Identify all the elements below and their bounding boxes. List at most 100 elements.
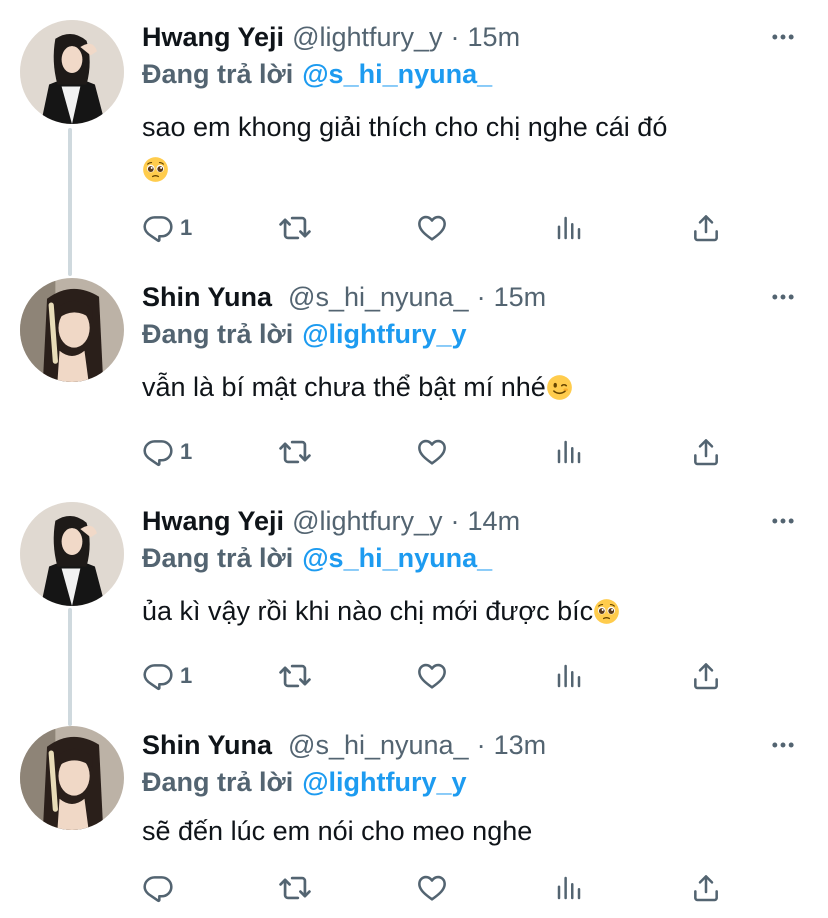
- avatar[interactable]: [20, 278, 124, 382]
- replying-to-label: Đang trả lời: [142, 766, 294, 797]
- share-button[interactable]: [690, 868, 722, 908]
- share-button[interactable]: [690, 432, 722, 472]
- tweet-text: sao em khong giải thích cho chị nghe cái…: [142, 106, 798, 190]
- author-name[interactable]: Hwang Yeji: [142, 22, 284, 53]
- share-icon: [690, 660, 722, 692]
- mention-link[interactable]: @lightfury_y: [302, 767, 466, 798]
- like-button[interactable]: [416, 656, 448, 696]
- author-handle[interactable]: @s_hi_nyuna_: [288, 282, 469, 313]
- thread-line: [68, 608, 72, 726]
- tweet-text: ủa kì vậy rồi khi nào chị mới được bíc: [142, 590, 798, 632]
- retweet-button[interactable]: [278, 868, 312, 908]
- reply-icon: [142, 436, 174, 468]
- tweet-text: sẽ đến lúc em nói cho meo nghe: [142, 810, 798, 852]
- tweet-text-line: vẫn là bí mật chưa thể bật mí nhé: [142, 372, 546, 402]
- mention-link[interactable]: @lightfury_y: [302, 319, 466, 350]
- share-icon: [690, 436, 722, 468]
- tweet-header: Hwang Yeji @lightfury_y · 14m: [142, 502, 798, 540]
- heart-icon: [416, 436, 448, 468]
- replying-to-label: Đang trả lời: [142, 58, 294, 89]
- author-handle[interactable]: @lightfury_y: [292, 506, 442, 537]
- retweet-icon: [278, 871, 312, 905]
- heart-icon: [416, 212, 448, 244]
- timestamp[interactable]: 13m: [494, 730, 547, 761]
- more-icon[interactable]: [768, 22, 798, 52]
- share-icon: [690, 872, 722, 904]
- like-button[interactable]: [416, 208, 448, 248]
- pleading-face-emoji: [142, 156, 169, 183]
- analytics-button[interactable]: [554, 208, 584, 248]
- tweet-text-line: sẽ đến lúc em nói cho meo nghe: [142, 816, 533, 846]
- tweet-actions: 1: [142, 432, 742, 472]
- analytics-icon: [554, 661, 584, 691]
- share-button[interactable]: [690, 208, 722, 248]
- reply-icon: [142, 872, 174, 904]
- replying-to: Đang trả lời @lightfury_y: [142, 316, 798, 352]
- retweet-icon: [278, 659, 312, 693]
- reply-count: 1: [180, 439, 193, 464]
- analytics-button[interactable]: [554, 868, 584, 908]
- heart-icon: [416, 872, 448, 904]
- reply-button[interactable]: 1: [142, 208, 192, 248]
- timestamp[interactable]: 14m: [468, 506, 521, 537]
- separator-dot: ·: [476, 729, 486, 760]
- like-button[interactable]: [416, 432, 448, 472]
- replying-to: Đang trả lời @lightfury_y: [142, 764, 798, 800]
- thread-line: [68, 128, 72, 276]
- more-icon[interactable]: [768, 730, 798, 760]
- tweet-header: Shin Yuna @s_hi_nyuna_ · 15m: [142, 278, 798, 316]
- author-name[interactable]: Shin Yuna: [142, 282, 272, 313]
- share-icon: [690, 212, 722, 244]
- tweet-actions: 1: [142, 208, 742, 248]
- retweet-button[interactable]: [278, 208, 312, 248]
- tweet-text: vẫn là bí mật chưa thể bật mí nhé: [142, 366, 798, 408]
- tweet-actions: [142, 868, 742, 908]
- separator-dot: ·: [450, 21, 460, 52]
- retweet-button[interactable]: [278, 656, 312, 696]
- share-button[interactable]: [690, 656, 722, 696]
- reply-count: 1: [180, 663, 193, 688]
- heart-icon: [416, 660, 448, 692]
- tweet-header: Shin Yuna @s_hi_nyuna_ · 13m: [142, 726, 798, 764]
- tweet-header: Hwang Yeji @lightfury_y · 15m: [142, 18, 798, 56]
- winking-face-emoji: [546, 374, 573, 401]
- pleading-face-emoji: [593, 598, 620, 625]
- reply-icon: [142, 660, 174, 692]
- tweet-text-line: ủa kì vậy rồi khi nào chị mới được bíc: [142, 596, 594, 626]
- reply-icon: [142, 212, 174, 244]
- author-handle[interactable]: @lightfury_y: [292, 22, 442, 53]
- analytics-button[interactable]: [554, 656, 584, 696]
- retweet-icon: [278, 211, 312, 245]
- mention-link[interactable]: @s_hi_nyuna_: [302, 59, 492, 90]
- author-handle[interactable]: @s_hi_nyuna_: [288, 730, 469, 761]
- author-name[interactable]: Hwang Yeji: [142, 506, 284, 537]
- more-icon[interactable]: [768, 282, 798, 312]
- timestamp[interactable]: 15m: [468, 22, 521, 53]
- replying-to: Đang trả lời @s_hi_nyuna_: [142, 56, 798, 92]
- timestamp[interactable]: 15m: [494, 282, 547, 313]
- analytics-button[interactable]: [554, 432, 584, 472]
- separator-dot: ·: [476, 281, 486, 312]
- analytics-icon: [554, 437, 584, 467]
- avatar[interactable]: [20, 20, 124, 124]
- author-name[interactable]: Shin Yuna: [142, 730, 272, 761]
- analytics-icon: [554, 873, 584, 903]
- avatar[interactable]: [20, 502, 124, 606]
- reply-button[interactable]: [142, 868, 180, 908]
- replying-to-label: Đang trả lời: [142, 542, 294, 573]
- replying-to: Đang trả lời @s_hi_nyuna_: [142, 540, 798, 576]
- reply-button[interactable]: 1: [142, 656, 192, 696]
- like-button[interactable]: [416, 868, 448, 908]
- more-icon[interactable]: [768, 506, 798, 536]
- analytics-icon: [554, 213, 584, 243]
- separator-dot: ·: [450, 505, 460, 536]
- retweet-button[interactable]: [278, 432, 312, 472]
- reply-button[interactable]: 1: [142, 432, 192, 472]
- reply-count: 1: [180, 215, 193, 240]
- tweet-actions: 1: [142, 656, 742, 696]
- retweet-icon: [278, 435, 312, 469]
- tweet-text-line: sao em khong giải thích cho chị nghe cái…: [142, 112, 668, 142]
- mention-link[interactable]: @s_hi_nyuna_: [302, 543, 492, 574]
- replying-to-label: Đang trả lời: [142, 318, 294, 349]
- avatar[interactable]: [20, 726, 124, 830]
